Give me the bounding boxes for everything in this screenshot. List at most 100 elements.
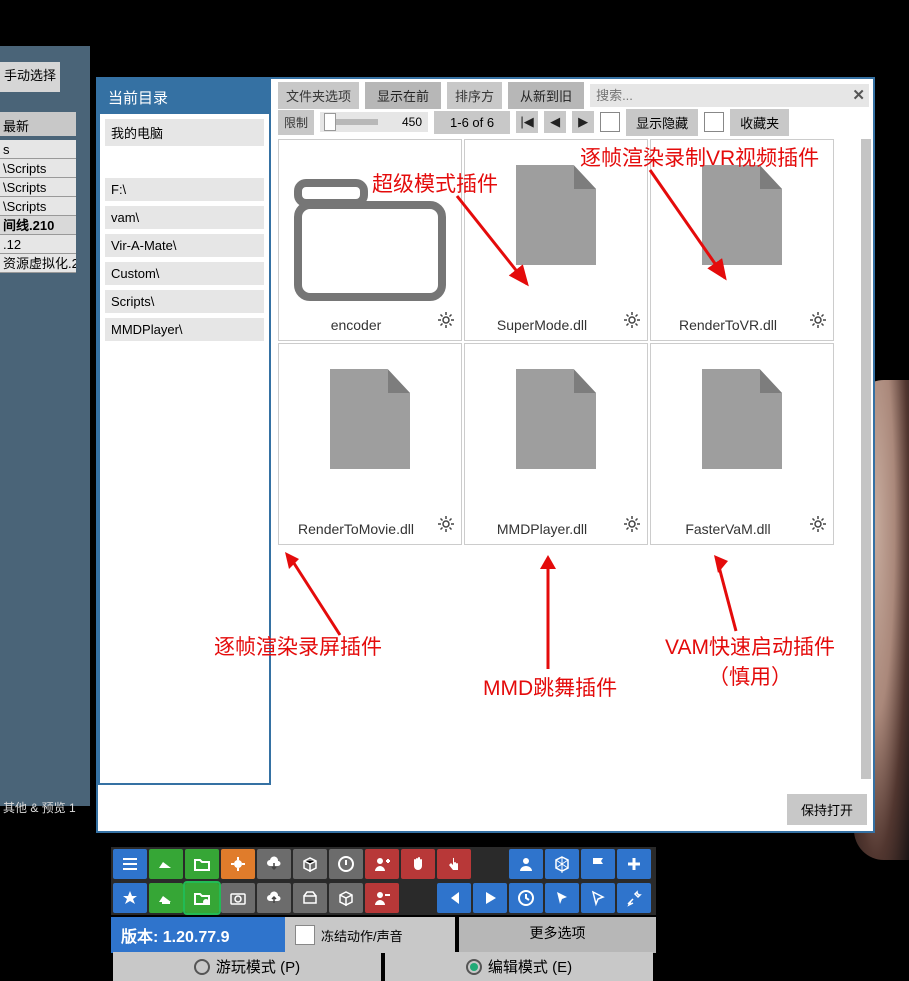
file-item[interactable]: FasterVaM.dll — [650, 343, 834, 545]
alert-icon[interactable] — [329, 849, 363, 879]
file-item[interactable]: RenderToVR.dll — [650, 139, 834, 341]
document-icon — [330, 369, 410, 469]
sidebar-path-item[interactable]: Scripts\ — [105, 290, 264, 313]
add-person-icon[interactable] — [365, 849, 399, 879]
show-in-front-button[interactable]: 显示在前 — [365, 82, 441, 109]
sort-by-label: 排序方 — [447, 82, 502, 109]
sidebar-path-item[interactable]: vam\ — [105, 206, 264, 229]
toolbar-row-2 — [111, 881, 656, 915]
gear-icon[interactable] — [809, 311, 827, 334]
remove-person-icon[interactable] — [365, 883, 399, 913]
cursor-alt-icon[interactable] — [581, 883, 615, 913]
sidebar-path-item[interactable]: Custom\ — [105, 262, 264, 285]
left-item[interactable]: 间线.210 — [0, 216, 76, 235]
file-name-label: RenderToMovie.dll — [279, 521, 433, 537]
flag-icon[interactable] — [581, 849, 615, 879]
file-name-label: encoder — [279, 317, 433, 333]
play-icon[interactable] — [473, 883, 507, 913]
freeze-toggle[interactable]: 冻结动作/声音 — [285, 917, 455, 953]
search-clear-icon[interactable]: ✕ — [852, 86, 865, 104]
secondbar: 限制 450 1-6 of 6 |◀ ◀ ▶ 显示隐藏 收藏夹 — [278, 109, 869, 135]
limit-label: 限制 — [278, 110, 314, 135]
first-page-button[interactable]: |◀ — [516, 111, 538, 133]
left-bottom-tabs: 其他 & 预览 1 — [0, 796, 90, 822]
favorites-label: 收藏夹 — [730, 109, 789, 136]
mode-bar: 游玩模式 (P) 编辑模式 (E) — [113, 952, 653, 981]
more-options-button[interactable]: 更多选项 — [459, 917, 656, 953]
toolbar-row-1 — [111, 847, 656, 881]
light-icon[interactable] — [149, 883, 183, 913]
sidebar-path-item[interactable]: MMDPlayer\ — [105, 318, 264, 341]
open-folder-icon[interactable] — [185, 849, 219, 879]
version-label: 版本: 1.20.77.9 — [111, 917, 285, 953]
left-item[interactable]: 资源虚拟化.20 — [0, 254, 76, 273]
file-grid: encoder SuperMode.dll RenderToVR.dll Render… — [278, 139, 863, 779]
gear-icon[interactable] — [623, 311, 641, 334]
sidebar-path-item[interactable]: F:\ — [105, 178, 264, 201]
gear-icon[interactable] — [437, 515, 455, 538]
gear-icon[interactable] — [623, 515, 641, 538]
star-icon[interactable] — [113, 883, 147, 913]
touch-icon[interactable] — [437, 849, 471, 879]
cube-icon[interactable] — [329, 883, 363, 913]
edit-mode-button[interactable]: 编辑模式 (E) — [385, 952, 653, 981]
gear-icon[interactable] — [809, 515, 827, 538]
plus-icon[interactable] — [617, 849, 651, 879]
file-item[interactable]: RenderToMovie.dll — [278, 343, 462, 545]
left-item[interactable]: s — [0, 140, 76, 159]
skip-back-icon[interactable] — [437, 883, 471, 913]
edit-mode-radio[interactable] — [466, 959, 482, 975]
person-icon[interactable] — [509, 849, 543, 879]
folder-item[interactable]: encoder — [278, 139, 462, 341]
box-open-icon[interactable] — [293, 883, 327, 913]
pager-status: 1-6 of 6 — [434, 111, 510, 134]
new-scene-icon[interactable] — [149, 849, 183, 879]
play-mode-radio[interactable] — [194, 959, 210, 975]
sort-newest-button[interactable]: 从新到旧 — [508, 82, 584, 109]
search-input[interactable] — [590, 84, 869, 107]
unity-icon[interactable] — [545, 849, 579, 879]
prev-page-button[interactable]: ◀ — [544, 111, 566, 133]
document-icon — [702, 369, 782, 469]
file-item[interactable]: MMDPlayer.dll — [464, 343, 648, 545]
freeze-checkbox[interactable] — [295, 925, 315, 945]
left-section-header: 最新 — [0, 112, 76, 136]
camera-icon[interactable] — [221, 883, 255, 913]
file-item[interactable]: SuperMode.dll — [464, 139, 648, 341]
file-name-label: SuperMode.dll — [465, 317, 619, 333]
file-name-label: RenderToVR.dll — [651, 317, 805, 333]
left-item[interactable]: \Scripts — [0, 197, 76, 216]
show-hidden-checkbox[interactable] — [600, 112, 620, 132]
hand-icon[interactable] — [401, 849, 435, 879]
scrollbar[interactable] — [861, 139, 871, 779]
next-page-button[interactable]: ▶ — [572, 111, 594, 133]
tools-icon[interactable] — [617, 883, 651, 913]
cloud-upload-icon[interactable] — [257, 883, 291, 913]
gear-icon[interactable] — [437, 311, 455, 334]
document-icon — [516, 369, 596, 469]
keep-open-button[interactable]: 保持打开 — [787, 794, 867, 825]
left-item[interactable]: \Scripts — [0, 178, 76, 197]
file-browser-dialog: 当前目录 我的电脑 F:\vam\Vir-A-Mate\Custom\Scrip… — [96, 77, 875, 833]
file-name-label: FasterVaM.dll — [651, 521, 805, 537]
play-mode-button[interactable]: 游玩模式 (P) — [113, 952, 381, 981]
limit-slider[interactable]: 450 — [320, 112, 428, 132]
left-list: s\Scripts\Scripts\Scripts间线.210.12资源虚拟化.… — [0, 140, 76, 273]
sidebar-path-item[interactable]: Vir-A-Mate\ — [105, 234, 264, 257]
sidebar-root[interactable]: 我的电脑 — [105, 119, 264, 146]
left-item[interactable]: \Scripts — [0, 159, 76, 178]
menu-icon[interactable] — [113, 849, 147, 879]
cursor-icon[interactable] — [545, 883, 579, 913]
online-icon[interactable] — [221, 849, 255, 879]
package-icon[interactable] — [293, 849, 327, 879]
left-item[interactable]: .12 — [0, 235, 76, 254]
bottom-toolbar: 版本: 1.20.77.9 冻结动作/声音 更多选项 — [111, 847, 656, 953]
left-title-grey: 手动选择 — [0, 62, 60, 92]
open-folder-recent-icon[interactable] — [185, 883, 219, 913]
cloud-download-icon[interactable] — [257, 849, 291, 879]
document-icon — [516, 165, 596, 265]
favorites-checkbox[interactable] — [704, 112, 724, 132]
folder-icon — [290, 165, 450, 305]
topbar: 文件夹选项 显示在前 排序方 从新到旧 ✕ — [278, 82, 869, 108]
clock-icon[interactable] — [509, 883, 543, 913]
